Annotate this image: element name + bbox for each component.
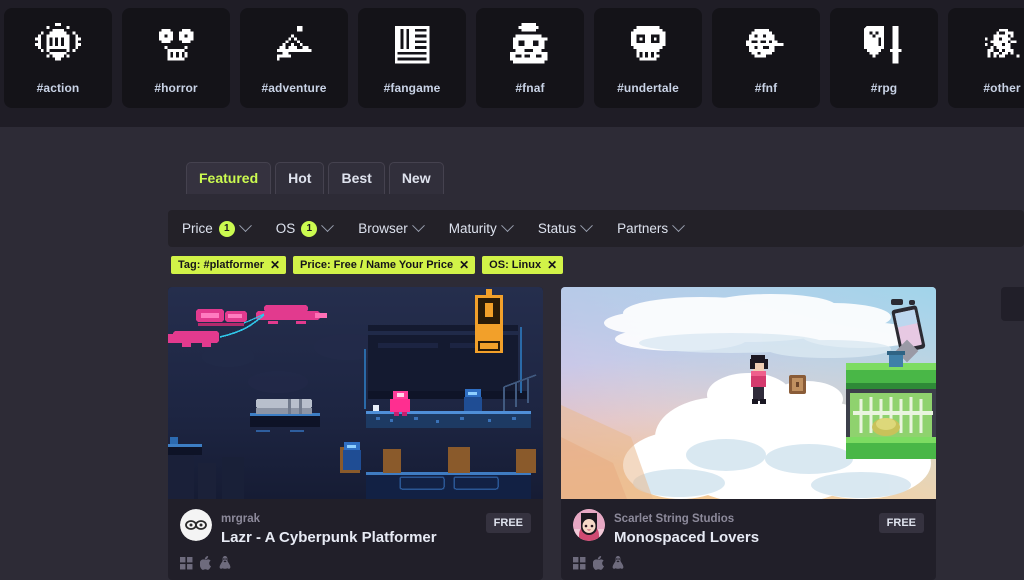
tag-card-label: #undertale (617, 81, 679, 95)
tag-card-action[interactable]: #action (4, 8, 112, 108)
tag-card-label: #adventure (261, 81, 327, 95)
apple-icon (593, 556, 605, 570)
chevron-down-icon (321, 219, 335, 233)
close-icon[interactable]: ✕ (547, 259, 557, 271)
chevron-down-icon (672, 219, 685, 233)
filter-status[interactable]: Status (537, 219, 593, 236)
main-content: Featured Hot Best New Price 1 OS 1 Browser Matur… (0, 127, 1024, 580)
game-card-meta: mrgrak Lazr - A Cyberpunk Platformer FREE (168, 499, 543, 554)
filter-price[interactable]: Price 1 (182, 219, 252, 237)
mountain-icon (268, 22, 320, 70)
linux-icon (612, 556, 624, 570)
tag-card-fnaf[interactable]: #fnaf (476, 8, 584, 108)
close-icon[interactable]: ✕ (459, 259, 469, 271)
tab-best[interactable]: Best (328, 162, 385, 194)
game-author[interactable]: mrgrak (221, 513, 260, 525)
filter-label: OS (275, 221, 296, 236)
chip-label: Price: Free / Name Your Price (300, 259, 454, 271)
sans-skull-icon (622, 22, 674, 70)
windows-icon (573, 556, 586, 570)
filter-label: Maturity (448, 221, 497, 236)
filter-maturity[interactable]: Maturity (448, 219, 514, 236)
game-title[interactable]: Lazr - A Cyberpunk Platformer (221, 528, 531, 548)
filter-browser[interactable]: Browser (358, 219, 425, 236)
tab-hot[interactable]: Hot (275, 162, 325, 194)
game-thumbnail[interactable] (561, 287, 936, 499)
close-icon[interactable]: ✕ (270, 259, 280, 271)
windows-icon (180, 556, 193, 570)
avatar[interactable] (573, 509, 605, 541)
skull-face-icon (150, 22, 202, 70)
tag-card-undertale[interactable]: #undertale (594, 8, 702, 108)
price-badge: FREE (485, 513, 531, 533)
game-thumbnail[interactable] (168, 287, 543, 499)
game-title[interactable]: Monospaced Lovers (614, 528, 924, 548)
game-card[interactable]: mrgrak Lazr - A Cyberpunk Platformer FREE (168, 287, 543, 580)
chevron-down-icon (238, 219, 252, 233)
chip-label: Tag: #platformer (178, 259, 264, 271)
animatronic-bear-icon (504, 22, 556, 70)
filter-os[interactable]: OS 1 (275, 219, 335, 237)
chevron-down-icon (500, 219, 514, 233)
apple-icon (200, 556, 212, 570)
linux-icon (219, 556, 231, 570)
game-card[interactable]: Scarlet String Studios Monospaced Lovers F… (561, 287, 936, 580)
sort-tabs: Featured Hot Best New (186, 162, 444, 194)
filter-label: Partners (617, 221, 669, 236)
chevron-down-icon (411, 219, 425, 233)
pixel-blob-icon (976, 22, 1024, 70)
filter-count-badge: 1 (301, 220, 318, 237)
filter-label: Status (537, 221, 577, 236)
game-card-meta: Scarlet String Studios Monospaced Lovers F… (561, 499, 936, 554)
tag-card-fnf[interactable]: #fnf (712, 8, 820, 108)
filter-label: Price (182, 221, 213, 236)
tag-strip: #action #horror #adventure #fangame #fnaf #un… (0, 0, 1024, 127)
tag-card-label: #fnf (754, 81, 778, 95)
cabinet-icon (386, 22, 438, 70)
tag-card-label: #fnaf (515, 81, 545, 95)
tab-featured[interactable]: Featured (186, 162, 272, 194)
tag-card-adventure[interactable]: #adventure (240, 8, 348, 108)
chip-label: OS: Linux (489, 259, 542, 271)
game-author[interactable]: Scarlet String Studios (614, 513, 734, 525)
tag-card-label: #action (36, 81, 80, 95)
chevron-down-icon (580, 219, 593, 233)
filter-bar: Price 1 OS 1 Browser Maturity Status Partners (168, 210, 1024, 247)
filter-label: Browser (358, 221, 408, 236)
fist-burst-icon (32, 22, 84, 70)
tag-card-label: #fangame (383, 81, 441, 95)
tag-card-label: #horror (154, 81, 198, 95)
boyfriend-icon (740, 22, 792, 70)
tag-card-label: #rpg (870, 81, 898, 95)
price-badge: FREE (878, 513, 924, 533)
active-filter-chip[interactable]: OS: Linux ✕ (482, 256, 564, 274)
platform-icons (168, 554, 543, 580)
shield-sword-icon (858, 22, 910, 70)
active-filter-chips: Tag: #platformer ✕ Price: Free / Name Your… (171, 256, 564, 274)
tab-new[interactable]: New (388, 162, 444, 194)
tag-card-list: #action #horror #adventure #fangame #fnaf #un… (0, 8, 1024, 108)
filter-count-badge: 1 (218, 220, 235, 237)
platform-icons (561, 554, 936, 580)
tag-card-rpg[interactable]: #rpg (830, 8, 938, 108)
tag-card-fangame[interactable]: #fangame (358, 8, 466, 108)
tag-card-label: #other (983, 81, 1021, 95)
active-filter-chip[interactable]: Tag: #platformer ✕ (171, 256, 287, 274)
avatar[interactable] (180, 509, 212, 541)
tag-card-other[interactable]: #other (948, 8, 1024, 108)
active-filter-chip[interactable]: Price: Free / Name Your Price ✕ (293, 256, 476, 274)
filter-partners[interactable]: Partners (617, 219, 685, 236)
game-card-partial[interactable] (1001, 287, 1024, 321)
tag-card-horror[interactable]: #horror (122, 8, 230, 108)
game-grid: mrgrak Lazr - A Cyberpunk Platformer FREE (168, 287, 936, 580)
